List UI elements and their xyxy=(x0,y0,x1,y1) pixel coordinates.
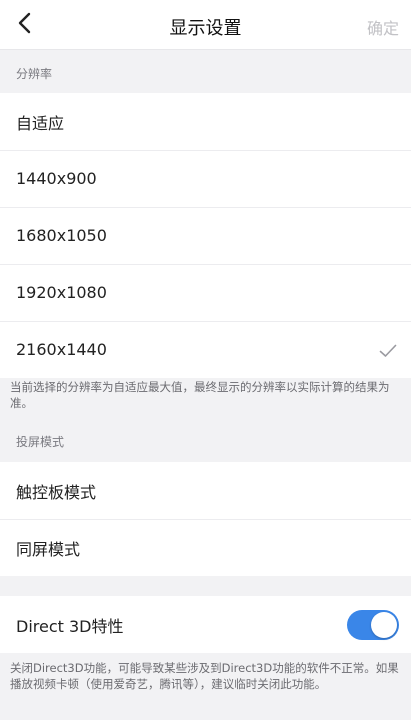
resolution-option-label: 1440x900 xyxy=(16,169,97,188)
direct3d-group: Direct 3D特性 xyxy=(0,596,411,653)
resolution-option-label: 1680x1050 xyxy=(16,226,107,245)
checkmark-icon xyxy=(379,343,397,357)
direct3d-note: 关闭Direct3D功能，可能导致某些涉及到Direct3D功能的软件不正常。如… xyxy=(10,661,399,691)
resolution-option-label: 2160x1440 xyxy=(16,340,107,359)
resolution-note: 当前选择的分辨率为自适应最大值，最终显示的分辨率以实际计算的结果为准。 xyxy=(10,380,390,410)
resolution-option-1440x900[interactable]: 1440x900 xyxy=(0,150,411,207)
resolution-option-1680x1050[interactable]: 1680x1050 xyxy=(0,207,411,264)
projection-option-touchpad[interactable]: 触控板模式 xyxy=(0,462,411,519)
projection-option-label: 触控板模式 xyxy=(16,482,97,502)
resolution-list: 自适应 1440x900 1680x1050 1920x1080 2160x14… xyxy=(0,93,411,378)
direct3d-row: Direct 3D特性 xyxy=(0,596,411,653)
direct3d-label: Direct 3D特性 xyxy=(16,616,124,636)
page-title: 显示设置 xyxy=(169,18,242,39)
toggle-knob xyxy=(371,611,397,638)
direct3d-toggle[interactable] xyxy=(347,609,399,640)
resolution-section-header: 分辨率 xyxy=(0,62,411,86)
projection-section-header: 投屏模式 xyxy=(0,430,411,454)
resolution-option-label: 自适应 xyxy=(16,113,65,133)
projection-list: 触控板模式 同屏模式 xyxy=(0,462,411,576)
resolution-option-label: 1920x1080 xyxy=(16,283,107,302)
resolution-option-1920x1080[interactable]: 1920x1080 xyxy=(0,264,411,321)
nav-bar: 显示设置 确定 xyxy=(0,0,411,50)
resolution-option-auto[interactable]: 自适应 xyxy=(0,93,411,150)
projection-option-label: 同屏模式 xyxy=(16,539,81,559)
projection-option-mirror[interactable]: 同屏模式 xyxy=(0,519,411,576)
resolution-option-2160x1440[interactable]: 2160x1440 xyxy=(0,321,411,378)
confirm-button[interactable]: 确定 xyxy=(367,15,399,39)
